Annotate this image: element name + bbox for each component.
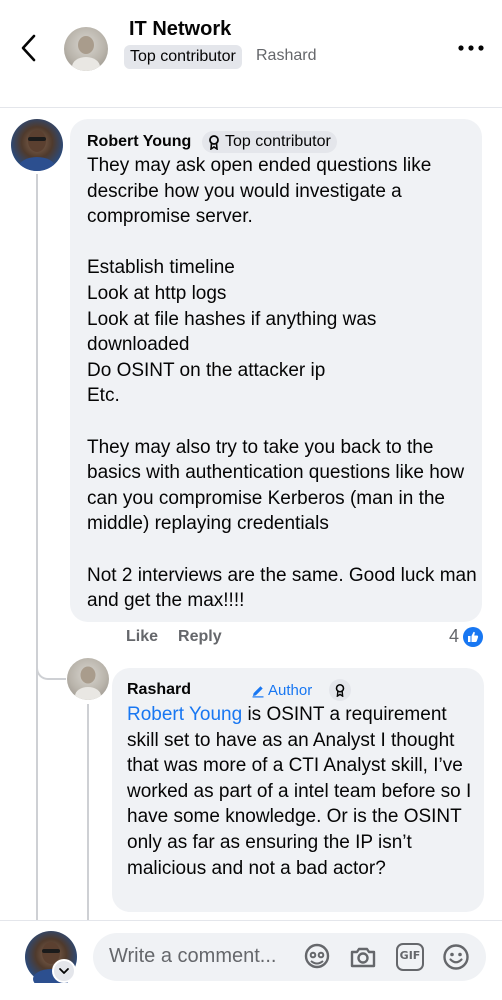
reply-bubble: Rashard Author Robert Young is OSINT a r… — [112, 668, 484, 912]
comment-input[interactable]: Write a comment... GIF — [93, 933, 486, 981]
comment-bubble: Robert Young Top contributor They may as… — [70, 119, 482, 622]
avatar-robert-young[interactable] — [11, 119, 63, 171]
reply-author-name[interactable]: Rashard — [127, 681, 191, 699]
top-contributor-badge: Top contributor — [124, 45, 242, 69]
emoji-icon[interactable] — [442, 943, 470, 971]
like-count: 4 — [449, 626, 460, 646]
post-header: IT Network Top contributor Rashard — [0, 0, 502, 108]
avatar-frame-icon[interactable] — [303, 943, 331, 971]
mention-link[interactable]: Robert Young — [127, 704, 242, 725]
reply-connector — [36, 660, 66, 680]
comment-author-name[interactable]: Robert Young — [87, 133, 191, 151]
gif-icon[interactable]: GIF — [396, 943, 424, 971]
comment-text: They may ask open ended questions like d… — [87, 155, 477, 612]
like-button[interactable]: Like — [126, 628, 158, 646]
top-contributor-badge: Top contributor — [202, 131, 337, 153]
author-badge: Author — [251, 682, 312, 699]
like-thumb-icon — [463, 626, 484, 647]
camera-icon[interactable] — [349, 943, 377, 971]
chevron-down-icon[interactable] — [52, 959, 76, 983]
reply-body: is OSINT a requirement skill set to have… — [127, 704, 472, 879]
avatar-photo-icon — [75, 666, 101, 700]
author-label: Author — [268, 682, 313, 699]
avatar-photo-icon — [72, 36, 100, 71]
comment-actions: Like Reply — [126, 628, 222, 646]
back-arrow-icon[interactable] — [14, 30, 46, 66]
top-contributor-icon — [209, 135, 219, 150]
thread-line — [87, 704, 89, 920]
group-avatar[interactable] — [64, 27, 108, 71]
reaction-count[interactable]: 4 — [449, 626, 484, 647]
top-contributor-icon — [329, 679, 351, 701]
comment-composer: Write a comment... GIF — [0, 920, 502, 1000]
reply-button[interactable]: Reply — [178, 628, 222, 646]
avatar-photo-icon — [19, 130, 55, 171]
reply-text: Robert Young is OSINT a requirement skil… — [127, 702, 477, 881]
badge-label: Top contributor — [225, 133, 331, 150]
group-name[interactable]: IT Network — [129, 18, 231, 41]
pencil-icon — [252, 685, 264, 697]
post-author-name[interactable]: Rashard — [256, 47, 316, 65]
thread-line — [36, 174, 38, 920]
more-icon[interactable] — [455, 36, 487, 60]
avatar-rashard[interactable] — [67, 658, 109, 700]
comment-placeholder: Write a comment... — [109, 945, 277, 967]
